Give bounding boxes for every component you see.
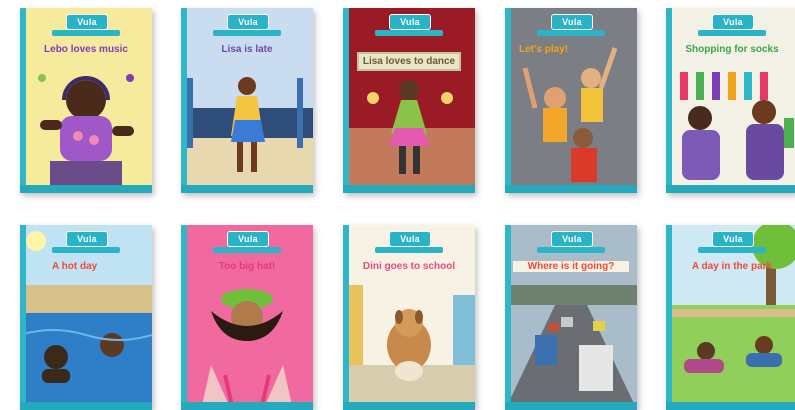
book-spine [343, 225, 349, 410]
book-cover[interactable]: Vula Dini goes to school [343, 225, 475, 410]
book-title: Shopping for socks [685, 44, 779, 55]
series-logo: Vula [66, 229, 108, 249]
bottom-band [505, 402, 637, 410]
book-cover[interactable]: Vula Lisa is late [181, 8, 313, 193]
series-logo: Vula [227, 229, 269, 249]
series-logo: Vula [66, 12, 108, 32]
book-spine [181, 225, 187, 410]
series-logo: Vula [712, 229, 754, 249]
bottom-band [181, 185, 313, 193]
book-grid: Vula Lebo loves music Vula Lisa is late [20, 8, 795, 410]
sub-banner [375, 30, 443, 36]
book-spine [505, 8, 511, 193]
bottom-band [20, 402, 152, 410]
series-logo: Vula [551, 229, 593, 249]
book-spine [666, 8, 672, 193]
book-cover[interactable]: Vula Too big hat! [181, 225, 313, 410]
book-spine [181, 8, 187, 193]
book-spine [20, 8, 26, 193]
bottom-band [343, 185, 475, 193]
book-spine [343, 8, 349, 193]
book-title: Lebo loves music [44, 44, 128, 55]
sub-banner [537, 247, 605, 253]
book-title: Let's play! [519, 44, 569, 55]
sub-banner [537, 30, 605, 36]
book-title: Dini goes to school [362, 261, 456, 272]
book-cover[interactable]: Vula Let's play! [505, 8, 637, 193]
book-title: Too big hat! [218, 261, 276, 272]
book-cover[interactable]: Vula A day in the park [666, 225, 795, 410]
book-title: A day in the park [691, 261, 773, 272]
bottom-band [666, 402, 795, 410]
sub-banner [698, 247, 766, 253]
sub-banner [52, 30, 120, 36]
bottom-band [343, 402, 475, 410]
sub-banner [52, 247, 120, 253]
sub-banner [698, 30, 766, 36]
bottom-band [666, 185, 795, 193]
bottom-band [20, 185, 152, 193]
book-title: A hot day [52, 261, 98, 272]
book-cover[interactable]: Vula A hot day [20, 225, 152, 410]
book-title: Lisa is late [221, 44, 273, 55]
book-title: Where is it going? [513, 261, 629, 272]
book-spine [666, 225, 672, 410]
series-logo: Vula [389, 229, 431, 249]
bottom-band [181, 402, 313, 410]
series-logo: Vula [551, 12, 593, 32]
book-cover[interactable]: Vula Shopping for socks [666, 8, 795, 193]
sub-banner [213, 247, 281, 253]
series-logo: Vula [227, 12, 269, 32]
book-cover[interactable]: Vula Lebo loves music [20, 8, 152, 193]
book-spine [20, 225, 26, 410]
bottom-band [505, 185, 637, 193]
book-cover[interactable]: Vula Where is it going? [505, 225, 637, 410]
sub-banner [375, 247, 443, 253]
series-logo: Vula [712, 12, 754, 32]
sub-banner [213, 30, 281, 36]
book-cover[interactable]: Vula Lisa loves to dance [343, 8, 475, 193]
series-logo: Vula [389, 12, 431, 32]
book-spine [505, 225, 511, 410]
book-title: Lisa loves to dance [357, 52, 461, 71]
